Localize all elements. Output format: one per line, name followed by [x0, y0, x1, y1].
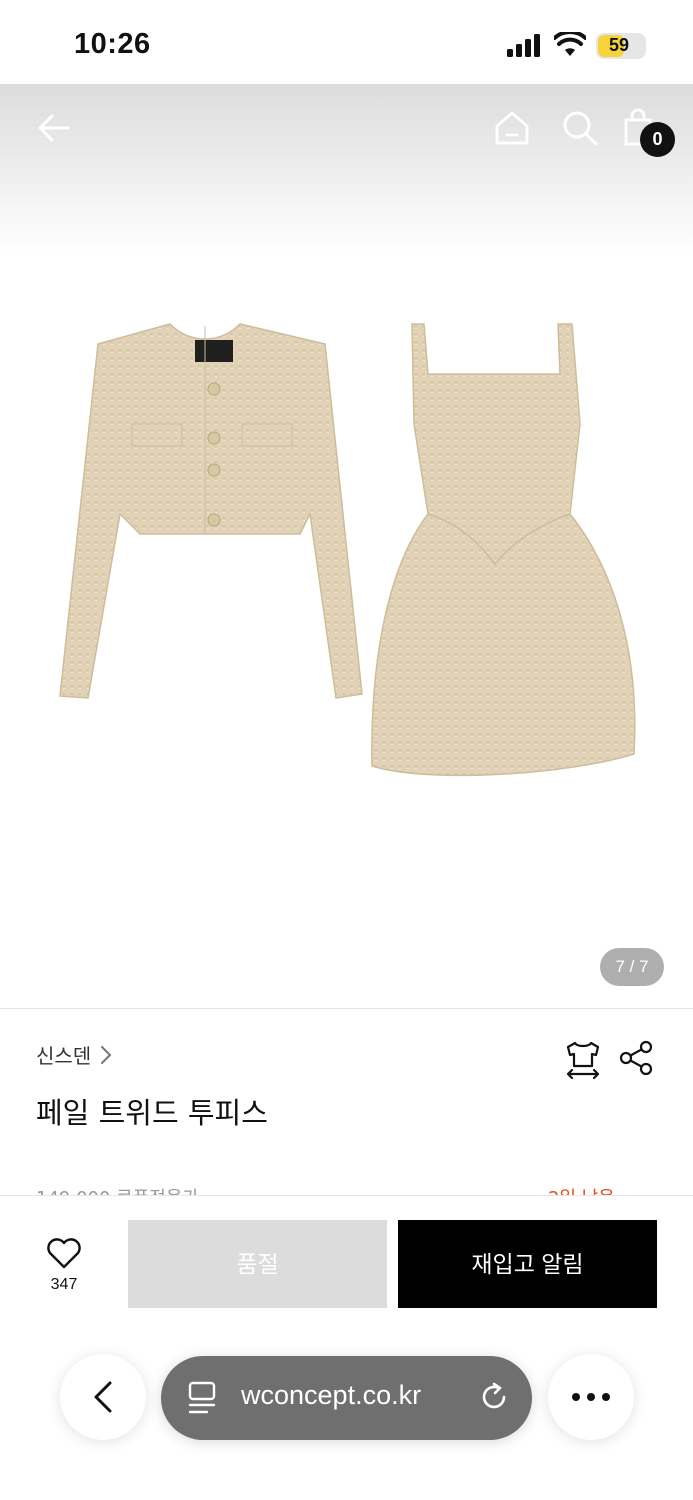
brand-name: 신스덴 [36, 1044, 92, 1068]
divider [0, 1008, 693, 1009]
product-gallery[interactable]: 0 7 / 7 [0, 84, 693, 1008]
product-title: 페일 트위드 투피스 [36, 1096, 268, 1130]
signal-icon [507, 34, 540, 57]
share-icon[interactable] [618, 1040, 654, 1076]
price-text: 149,000 쿠폰적용가 [36, 1184, 199, 1195]
like-count: 347 [50, 1276, 78, 1293]
status-bar: 10:26 59 [0, 0, 693, 84]
heart-icon [47, 1238, 81, 1269]
browser-back-button[interactable] [60, 1354, 146, 1440]
home-icon[interactable] [492, 108, 532, 148]
status-time: 10:26 [74, 28, 151, 60]
more-button[interactable] [548, 1354, 634, 1440]
browser-back-icon [94, 1381, 112, 1413]
more-icon [572, 1393, 610, 1401]
reload-icon[interactable] [477, 1380, 511, 1414]
price-row: 149,000 쿠폰적용가 2일 남음 [0, 1150, 693, 1195]
soldout-button[interactable]: 품절 [128, 1220, 387, 1308]
cart-count-badge: 0 [640, 122, 675, 157]
back-arrow-icon[interactable] [34, 108, 74, 148]
remaining-days: 2일 남음 [548, 1184, 615, 1195]
product-image [59, 323, 636, 777]
chevron-right-icon [101, 1045, 112, 1064]
restock-alert-button[interactable]: 재입고 알림 [398, 1220, 657, 1308]
size-guide-icon[interactable] [562, 1038, 604, 1080]
battery-level: 59 [608, 35, 630, 55]
gallery-pager: 7 / 7 [600, 948, 664, 986]
like-button[interactable]: 347 [38, 1236, 90, 1294]
action-bar: 347 품절 재입고 알림 [0, 1195, 693, 1500]
tabs-icon[interactable] [187, 1380, 219, 1416]
address-bar[interactable]: wconcept.co.kr [161, 1356, 532, 1440]
search-icon[interactable] [560, 108, 600, 148]
wifi-icon [554, 32, 586, 56]
battery-icon: 59 [596, 33, 646, 59]
url-text: wconcept.co.kr [241, 1380, 422, 1410]
brand-link[interactable]: 신스덴 [36, 1040, 113, 1069]
